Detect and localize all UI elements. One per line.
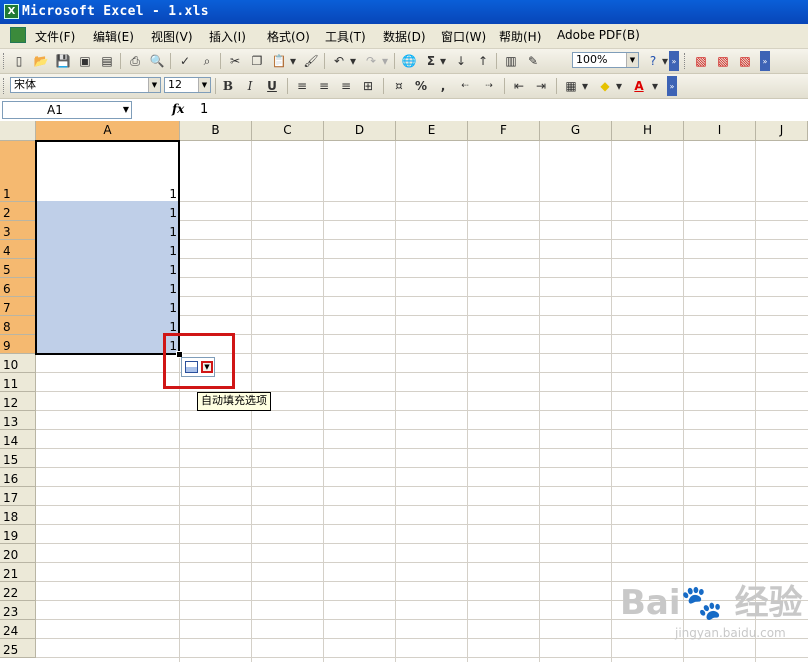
- row-header-6[interactable]: 6: [0, 278, 36, 297]
- auto-fill-options-button[interactable]: ▼: [181, 357, 215, 377]
- baidu-watermark-url: jingyan.baidu.com: [675, 626, 786, 640]
- row-gridline: [36, 467, 808, 468]
- row-gridline: [36, 429, 808, 430]
- column-header-h[interactable]: H: [612, 121, 684, 141]
- column-header-e[interactable]: E: [396, 121, 468, 141]
- row-gridline: [36, 372, 808, 373]
- row-header-18[interactable]: 18: [0, 506, 36, 525]
- row-header-24[interactable]: 24: [0, 620, 36, 639]
- chevron-down-icon[interactable]: ▼: [201, 361, 213, 373]
- auto-fill-icon: [185, 361, 198, 373]
- column-header-c[interactable]: C: [252, 121, 324, 141]
- row-header-12[interactable]: 12: [0, 392, 36, 411]
- column-header-b[interactable]: B: [180, 121, 252, 141]
- row-gridline: [36, 448, 808, 449]
- row-header-14[interactable]: 14: [0, 430, 36, 449]
- row-header-20[interactable]: 20: [0, 544, 36, 563]
- row-gridline: [36, 657, 808, 658]
- row-header-9[interactable]: 9: [0, 335, 36, 354]
- row-gridline: [36, 410, 808, 411]
- column-header-g[interactable]: G: [540, 121, 612, 141]
- row-header-11[interactable]: 11: [0, 373, 36, 392]
- row-header-16[interactable]: 16: [0, 468, 36, 487]
- row-header-17[interactable]: 17: [0, 487, 36, 506]
- row-header-8[interactable]: 8: [0, 316, 36, 335]
- row-header-21[interactable]: 21: [0, 563, 36, 582]
- auto-fill-tooltip: 自动填充选项: [197, 392, 271, 411]
- column-header-a[interactable]: A: [36, 121, 180, 141]
- baidu-watermark-logo: Bai🐾 经验: [620, 583, 803, 623]
- row-gridline: [36, 524, 808, 525]
- row-header-23[interactable]: 23: [0, 601, 36, 620]
- row-header-7[interactable]: 7: [0, 297, 36, 316]
- column-header-d[interactable]: D: [324, 121, 396, 141]
- row-gridline: [36, 562, 808, 563]
- row-header-13[interactable]: 13: [0, 411, 36, 430]
- row-header-4[interactable]: 4: [0, 240, 36, 259]
- column-header-f[interactable]: F: [468, 121, 540, 141]
- row-header-19[interactable]: 19: [0, 525, 36, 544]
- row-gridline: [36, 486, 808, 487]
- row-header-10[interactable]: 10: [0, 354, 36, 373]
- active-cell-border: [35, 140, 180, 355]
- column-header-j[interactable]: J: [756, 121, 808, 141]
- row-header-2[interactable]: 2: [0, 202, 36, 221]
- row-header-1[interactable]: 1: [0, 141, 36, 202]
- row-header-3[interactable]: 3: [0, 221, 36, 240]
- row-header-25[interactable]: 25: [0, 639, 36, 658]
- row-gridline: [36, 543, 808, 544]
- row-gridline: [36, 391, 808, 392]
- row-gridline: [36, 505, 808, 506]
- column-header-i[interactable]: I: [684, 121, 756, 141]
- select-all-corner[interactable]: [0, 121, 36, 141]
- row-header-5[interactable]: 5: [0, 259, 36, 278]
- row-header-15[interactable]: 15: [0, 449, 36, 468]
- row-header-22[interactable]: 22: [0, 582, 36, 601]
